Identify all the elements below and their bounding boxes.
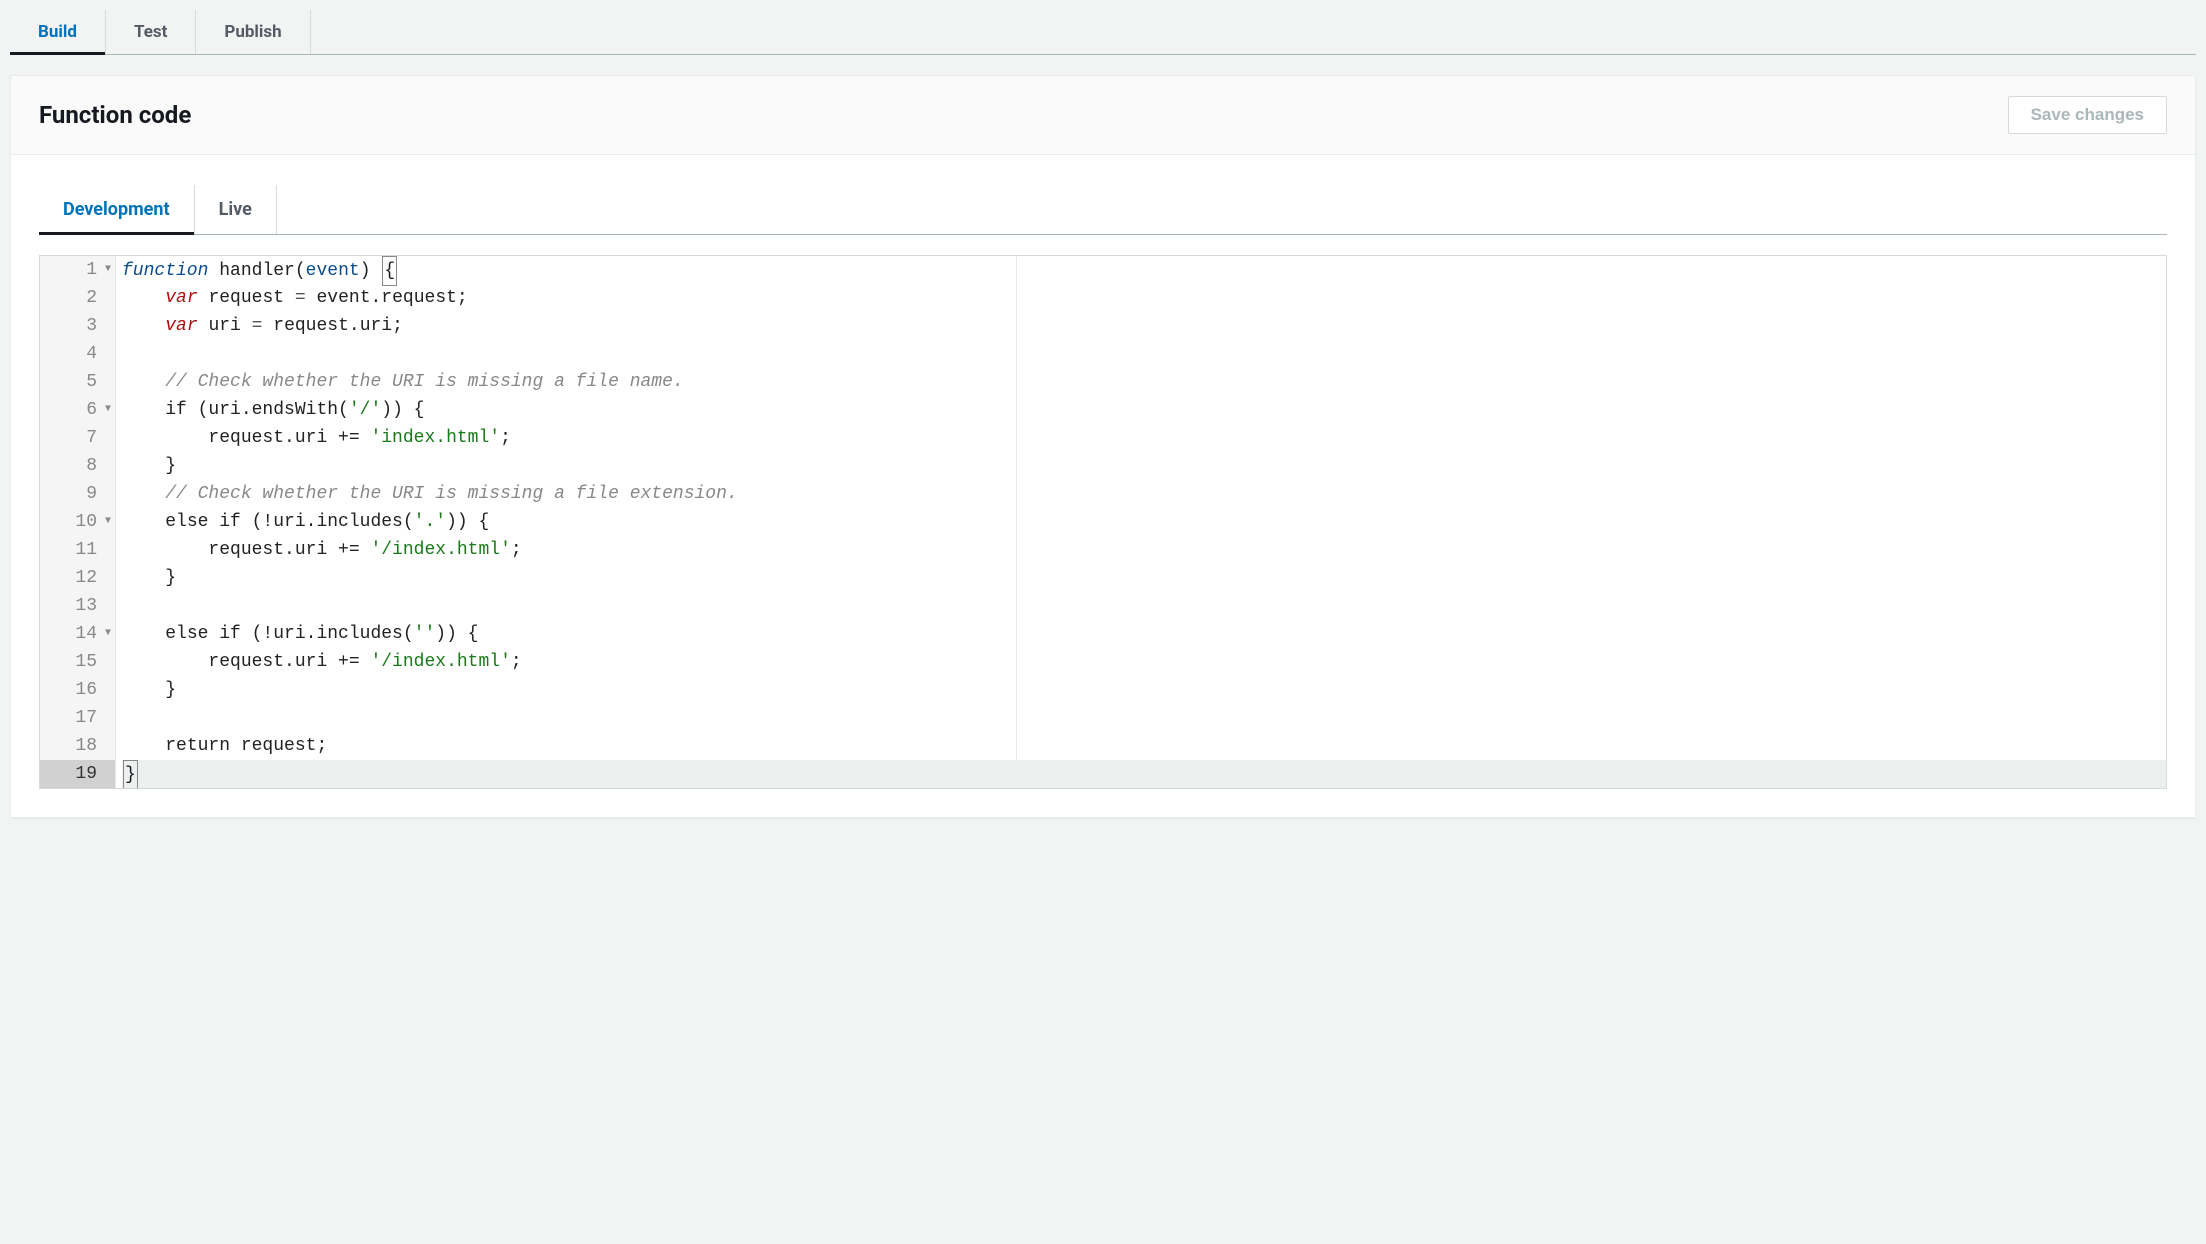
- tab-development[interactable]: Development: [39, 185, 195, 234]
- editor-gutter: 1▼23456▼78910▼11121314▼1516171819: [40, 256, 116, 788]
- code-line-9[interactable]: // Check whether the URI is missing a fi…: [122, 480, 2166, 508]
- gutter-line-1: 1▼: [40, 256, 115, 284]
- gutter-line-14: 14▼: [40, 620, 115, 648]
- function-code-panel: Function code Save changes Development L…: [10, 75, 2196, 818]
- gutter-line-7: 7: [40, 424, 115, 452]
- code-line-5[interactable]: // Check whether the URI is missing a fi…: [122, 368, 2166, 396]
- code-line-11[interactable]: request.uri += '/index.html';: [122, 536, 2166, 564]
- gutter-line-15: 15: [40, 648, 115, 676]
- tab-build[interactable]: Build: [10, 10, 106, 54]
- gutter-line-11: 11: [40, 536, 115, 564]
- sub-tab-bar: Development Live: [39, 185, 2167, 235]
- editor-code-area[interactable]: function handler(event) { var request = …: [116, 256, 2166, 788]
- gutter-line-12: 12: [40, 564, 115, 592]
- panel-title: Function code: [39, 101, 191, 129]
- code-line-16[interactable]: }: [122, 676, 2166, 704]
- gutter-line-13: 13: [40, 592, 115, 620]
- editor-wrap: 1▼23456▼78910▼11121314▼1516171819 functi…: [11, 235, 2195, 817]
- code-line-8[interactable]: }: [122, 452, 2166, 480]
- code-line-13[interactable]: [122, 592, 2166, 620]
- page-root: Build Test Publish Function code Save ch…: [0, 0, 2206, 828]
- code-editor[interactable]: 1▼23456▼78910▼11121314▼1516171819 functi…: [39, 255, 2167, 789]
- code-line-10[interactable]: else if (!uri.includes('.')) {: [122, 508, 2166, 536]
- fold-icon[interactable]: ▼: [105, 265, 111, 275]
- panel-header: Function code Save changes: [11, 76, 2195, 155]
- fold-icon[interactable]: ▼: [105, 629, 111, 639]
- tab-live[interactable]: Live: [195, 185, 277, 234]
- save-changes-button[interactable]: Save changes: [2008, 96, 2167, 134]
- code-line-6[interactable]: if (uri.endsWith('/')) {: [122, 396, 2166, 424]
- gutter-line-19: 19: [40, 760, 115, 788]
- code-line-18[interactable]: return request;: [122, 732, 2166, 760]
- code-line-4[interactable]: [122, 340, 2166, 368]
- gutter-line-16: 16: [40, 676, 115, 704]
- gutter-line-17: 17: [40, 704, 115, 732]
- code-line-17[interactable]: [122, 704, 2166, 732]
- gutter-line-5: 5: [40, 368, 115, 396]
- gutter-line-3: 3: [40, 312, 115, 340]
- gutter-line-8: 8: [40, 452, 115, 480]
- gutter-line-18: 18: [40, 732, 115, 760]
- gutter-line-6: 6▼: [40, 396, 115, 424]
- code-line-12[interactable]: }: [122, 564, 2166, 592]
- code-line-15[interactable]: request.uri += '/index.html';: [122, 648, 2166, 676]
- tab-publish[interactable]: Publish: [196, 10, 310, 54]
- fold-icon[interactable]: ▼: [105, 405, 111, 415]
- gutter-line-9: 9: [40, 480, 115, 508]
- code-line-3[interactable]: var uri = request.uri;: [122, 312, 2166, 340]
- top-tab-bar: Build Test Publish: [10, 10, 2196, 55]
- gutter-line-4: 4: [40, 340, 115, 368]
- code-line-2[interactable]: var request = event.request;: [122, 284, 2166, 312]
- sub-tab-wrap: Development Live: [11, 155, 2195, 235]
- code-line-14[interactable]: else if (!uri.includes('')) {: [122, 620, 2166, 648]
- code-line-7[interactable]: request.uri += 'index.html';: [122, 424, 2166, 452]
- tab-test[interactable]: Test: [106, 10, 196, 54]
- fold-icon[interactable]: ▼: [105, 517, 111, 527]
- code-line-1[interactable]: function handler(event) {: [122, 256, 2166, 284]
- gutter-line-2: 2: [40, 284, 115, 312]
- gutter-line-10: 10▼: [40, 508, 115, 536]
- code-line-19[interactable]: }: [122, 760, 2166, 788]
